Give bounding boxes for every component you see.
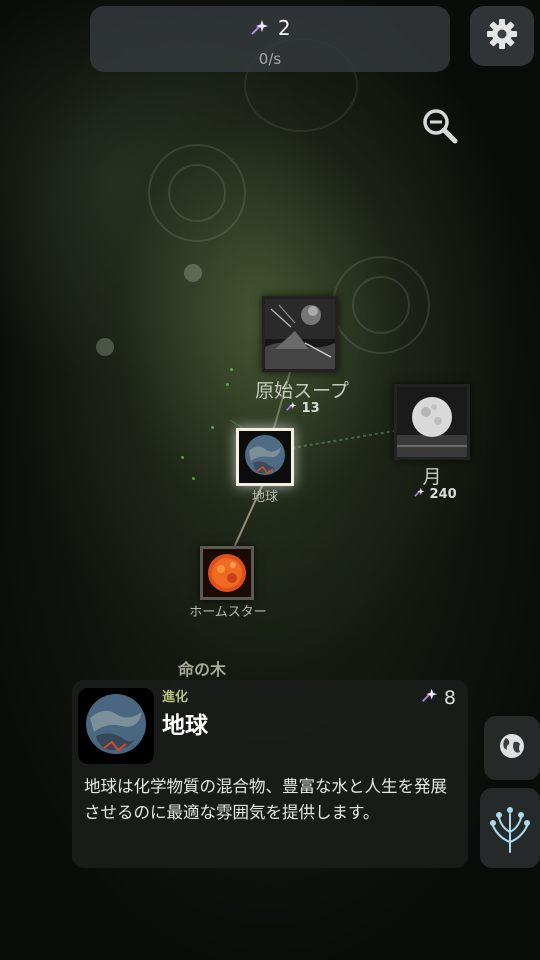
home-star-label: ホームスター [189,605,267,620]
primordial-soup-image [265,299,335,369]
resource-amount: 2 [277,16,291,40]
sparkle-comet-icon [249,17,269,42]
zoom-out-icon [420,109,460,150]
globe-icon [498,732,526,764]
planet-view-button[interactable] [484,716,540,780]
resource-amount-row: 2 [90,16,450,42]
cost-value: 13 [301,401,320,416]
earth-label: 地球 [251,490,278,505]
moon-cost: 240 [413,486,457,502]
detail-title: 地球 [162,713,208,739]
detail-cost-value: 8 [443,687,456,709]
sparkle-comet-icon [285,401,302,416]
detail-description: 地球は化学物質の混合物、豊富な水と人生を発展させるのに最適な雰囲気を提供します。 [84,777,447,822]
detail-thumbnail [78,688,154,764]
moon-tile[interactable] [394,384,470,460]
home-star-image [203,549,251,597]
tree-view-button[interactable] [480,788,540,868]
section-label: 命の木 [178,660,227,679]
primordial-soup-cost: 13 [285,400,320,416]
home-star-tile[interactable] [200,546,254,600]
detail-cost: 8 [420,686,456,709]
detail-category: 進化 [162,690,189,705]
primordial-soup-tile[interactable] [262,296,338,372]
sparkle-comet-icon [420,687,444,709]
primordial-soup-label: 原始スープ [255,380,349,402]
earth-image [239,431,291,483]
earth-image [78,688,154,764]
moon-image [397,387,467,457]
resource-counter: 2 0/s [90,6,450,72]
moon-label: 月 [422,466,442,488]
sparkle-comet-icon [413,487,430,502]
detail-card: 進化 地球 8 地球は化学物質の混合物、豊富な水と人生を発展させるのに最適な雰囲… [72,680,468,868]
settings-button[interactable] [470,6,534,66]
zoom-out-button[interactable] [420,106,460,146]
resource-rate: 0/s [258,50,282,68]
gear-icon [484,16,520,56]
earth-tile[interactable] [236,428,294,486]
cost-value: 240 [429,487,457,502]
tree-branches-icon [485,798,535,858]
